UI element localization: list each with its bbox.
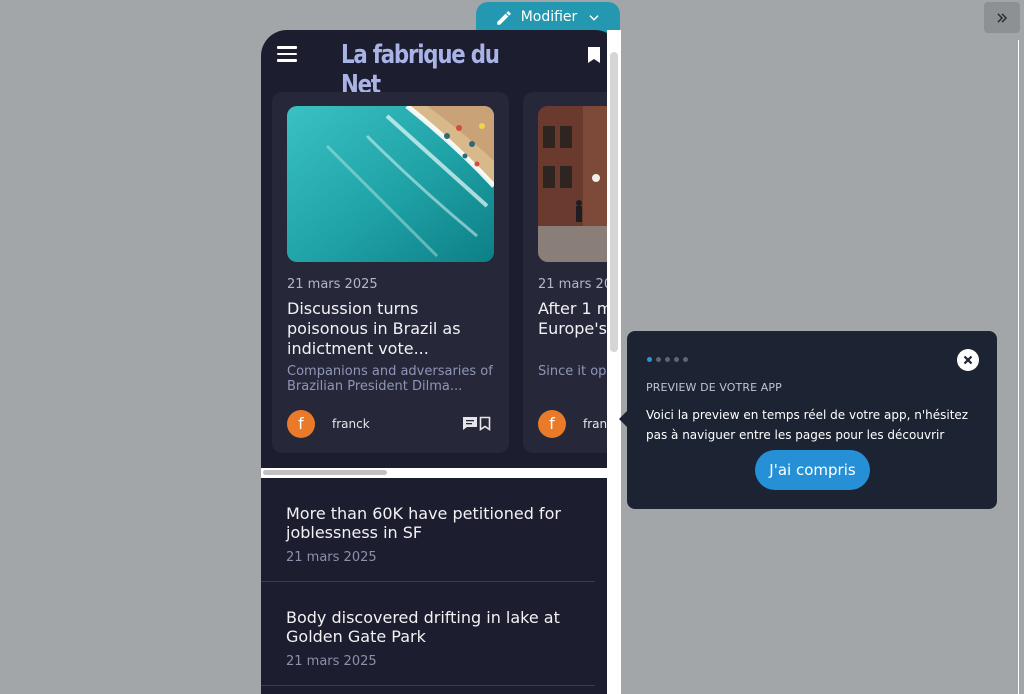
- collapse-panel-button[interactable]: [984, 2, 1020, 33]
- close-icon: [963, 355, 973, 365]
- bookmark-outline-icon[interactable]: [479, 416, 491, 431]
- comment-icon[interactable]: [462, 416, 478, 431]
- article-title[interactable]: Discussion turns poisonous in Brazil as …: [287, 299, 492, 359]
- onboarding-tooltip: PREVIEW DE VOTRE APP Voici la preview en…: [619, 331, 997, 509]
- author-avatar: f: [538, 410, 566, 438]
- article-image-beach: [287, 106, 494, 262]
- list-item-date: 21 mars 2025: [286, 550, 377, 565]
- list-item-title: Body discovered drifting in lake at Gold…: [286, 608, 560, 646]
- menu-icon[interactable]: [277, 46, 297, 62]
- phone-preview[interactable]: La fabrique du Net 21 mars 2025 Discussi…: [261, 30, 621, 694]
- author-name: franck: [583, 417, 607, 431]
- article-excerpt: Since it opened, Oresund co...: [538, 364, 607, 379]
- phone-scroll-thumb[interactable]: [610, 52, 618, 352]
- article-title[interactable]: After 1 month, Europe's...: [538, 299, 607, 339]
- article-excerpt: Companions and adversaries of Brazilian …: [287, 364, 493, 394]
- tooltip-label: PREVIEW DE VOTRE APP: [646, 381, 782, 394]
- tooltip-arrow: [619, 411, 627, 427]
- tooltip-body: Voici la preview en temps réel de votre …: [646, 408, 969, 442]
- list-item[interactable]: More than 60K have petitioned for jobles…: [261, 478, 595, 582]
- featured-carousel[interactable]: 21 mars 2025 Discussion turns poisonous …: [261, 92, 607, 468]
- chevron-down-icon: [589, 15, 599, 21]
- phone-scrollbar[interactable]: [607, 30, 621, 694]
- article-list: More than 60K have petitioned for jobles…: [261, 478, 607, 686]
- panel-divider: [1018, 40, 1019, 694]
- article-card[interactable]: 21 mars 2025 Discussion turns poisonous …: [272, 92, 509, 453]
- understood-button[interactable]: J'ai compris: [755, 450, 870, 490]
- article-date: 21 mars 2025: [538, 277, 607, 292]
- article-date: 21 mars 2025: [287, 277, 378, 292]
- carousel-scroll-thumb[interactable]: [263, 470, 387, 475]
- author-name: franck: [332, 417, 370, 431]
- step-indicator: [647, 357, 688, 362]
- author-avatar: f: [287, 410, 315, 438]
- modifier-label: Modifier: [520, 9, 578, 25]
- app-header: La fabrique du Net: [261, 30, 607, 100]
- list-item-title: More than 60K have petitioned for jobles…: [286, 504, 561, 542]
- list-item-date: 21 mars 2025: [286, 654, 377, 669]
- double-chevron-right-icon: [997, 12, 1008, 23]
- list-item[interactable]: Body discovered drifting in lake at Gold…: [261, 582, 595, 686]
- carousel-scrollbar[interactable]: [261, 468, 607, 478]
- article-card[interactable]: 21 mars 2025 After 1 month, Europe's... …: [523, 92, 607, 453]
- article-image-street: [538, 106, 607, 262]
- pencil-icon: [496, 11, 511, 25]
- app-title: La fabrique du Net: [341, 40, 500, 100]
- close-tooltip-button[interactable]: [957, 349, 979, 371]
- bookmark-icon[interactable]: [587, 46, 601, 64]
